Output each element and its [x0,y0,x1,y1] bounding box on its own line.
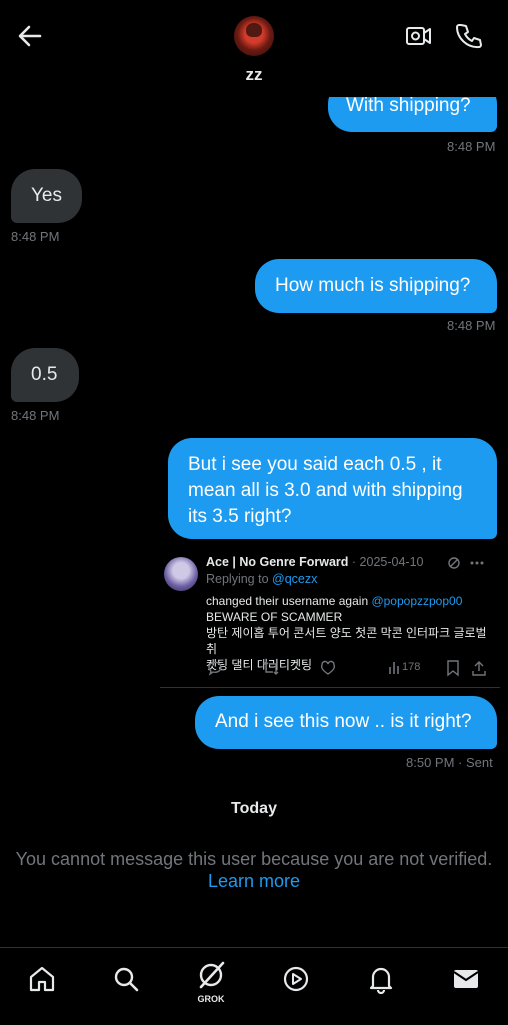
message-time: 8:50 PM [406,755,455,770]
replying-handle[interactable]: @qcezx [272,572,317,586]
video-call-icon[interactable] [405,22,433,50]
post-header: Ace | No Genre Forward · 2025-04-10 [206,555,423,569]
grok-label[interactable]: GROK [195,994,227,1004]
outgoing-message[interactable]: How much is shipping? [255,259,497,313]
messages-envelope-icon[interactable] [451,964,481,994]
post-replying-to: Replying to @qcezx [206,572,317,586]
message-text: With shipping? [346,95,471,116]
message-text-line: its 3.5 right? [188,506,292,527]
message-status: · Sent [458,755,493,770]
contact-name[interactable]: zz [0,65,508,85]
post-body-text: 방탄 제이홉 투어 콘서트 양도 첫콘 막콘 인터파크 글로벌 취 [206,626,487,656]
search-icon[interactable] [111,964,141,994]
message-text: 0.5 [31,364,58,385]
outgoing-message[interactable]: But i see you said each 0.5 , it mean al… [168,438,497,539]
outgoing-message[interactable]: And i see this now .. is it right? [195,696,497,749]
incoming-message[interactable]: Yes [11,169,82,223]
back-arrow-icon[interactable] [14,20,46,52]
reply-icon[interactable] [206,659,224,677]
grok-icon[interactable] [196,960,226,990]
contact-avatar[interactable] [234,16,274,56]
message-text: And i see this now .. is it right? [215,711,472,732]
post-body-text: changed their username again [206,594,372,608]
home-icon[interactable] [27,964,57,994]
message-timestamp: 8:48 PM [11,408,60,423]
post-mention[interactable]: @popopzzpop00 [371,594,462,608]
not-verified-notice: You cannot message this user because you… [15,849,493,869]
message-text: How much is shipping? [275,275,471,296]
conversation-header: zz [0,0,508,97]
learn-more-link[interactable]: Learn more [0,871,508,892]
post-author-name[interactable]: Ace | No Genre Forward [206,555,348,569]
phone-call-icon[interactable] [455,22,483,50]
post-body-text: BEWARE OF SCAMMER [206,610,343,624]
bottom-navigation: GROK [0,947,508,1025]
message-text-line: mean all is 3.0 and with shipping [188,480,463,501]
post-author-avatar[interactable] [164,557,198,591]
message-timestamp: 8:50 PM · Sent [406,755,493,770]
notifications-bell-icon[interactable] [366,964,396,994]
replying-label: Replying to [206,572,273,586]
like-icon[interactable] [319,659,337,677]
views-count: 178 [402,661,421,673]
post-date: · 2025-04-10 [351,555,424,569]
day-divider: Today [231,800,277,817]
bookmark-icon[interactable] [444,659,462,677]
message-text: Yes [31,185,62,206]
grok-small-icon[interactable] [448,557,460,569]
post-actions: 178 [206,659,496,679]
share-icon[interactable] [470,659,488,677]
incoming-message[interactable]: 0.5 [11,348,79,402]
message-timestamp: 8:48 PM [11,229,60,244]
repost-icon[interactable] [262,659,280,677]
video-play-icon[interactable] [281,964,311,994]
more-options-icon[interactable] [470,561,484,565]
message-timestamp: 8:48 PM [447,318,496,333]
message-text-line: But i see you said each 0.5 , it [188,454,442,475]
post-top-icons [448,557,484,569]
shared-post-card[interactable]: Ace | No Genre Forward · 2025-04-10 Repl… [160,545,500,688]
message-timestamp: 8:48 PM [447,139,496,154]
